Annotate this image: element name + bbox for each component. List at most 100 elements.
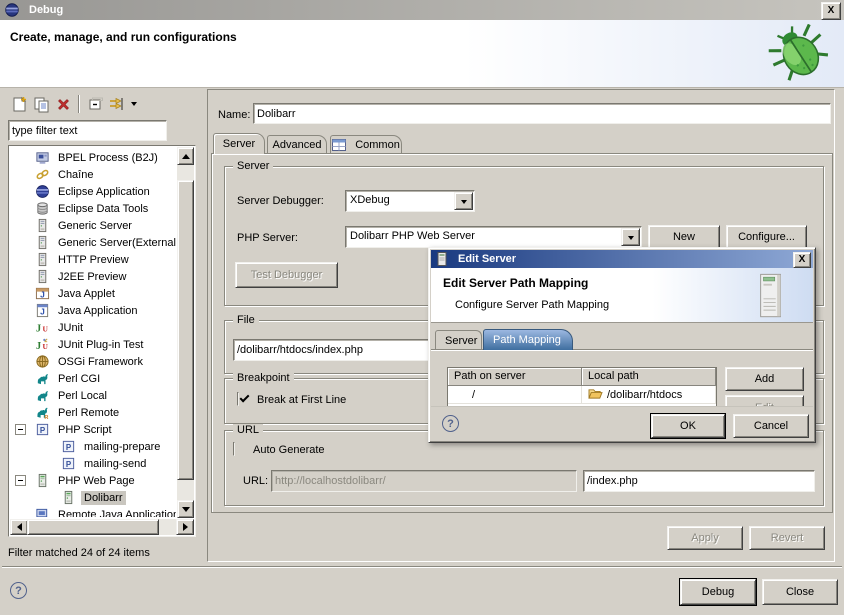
collapse-expander-icon[interactable] — [15, 424, 26, 435]
server-debugger-select[interactable]: XDebug — [345, 190, 475, 212]
close-button[interactable]: Close — [762, 579, 838, 605]
tree-horizontal-scrollbar[interactable] — [10, 519, 194, 535]
configure-server-button[interactable]: Configure... — [726, 225, 807, 249]
scroll-left-button[interactable] — [10, 519, 28, 535]
tree-item-eclipse-data-tools[interactable]: Eclipse Data Tools — [10, 200, 176, 217]
break-first-line-checkbox[interactable] — [237, 392, 239, 406]
tree-item-label: mailing-prepare — [81, 440, 163, 454]
tree-item-cha-ne[interactable]: Chaîne — [10, 166, 176, 183]
tab-server[interactable]: Server — [213, 133, 265, 154]
tree-item-bpel-process-b2j[interactable]: BPEL Process (B2J) — [10, 149, 176, 166]
tree-item-mailing-send[interactable]: Pmailing-send — [10, 455, 176, 472]
tree-item-label: Dolibarr — [81, 491, 126, 505]
server-path-cell: / — [448, 386, 582, 404]
tree-item-label: J2EE Preview — [55, 270, 129, 284]
tree-item-junit-plug-in-test[interactable]: JUJUnit Plug-in Test — [10, 336, 176, 353]
dialog-close-button[interactable]: X — [793, 252, 811, 268]
test-debugger-button[interactable]: Test Debugger — [235, 262, 338, 288]
php-server-select[interactable]: Dolibarr PHP Web Server — [345, 226, 642, 248]
javaapp-icon: J — [34, 303, 50, 319]
tree-item-generic-server[interactable]: Generic Server — [10, 217, 176, 234]
tree-item-php-script[interactable]: PPHP Script — [10, 421, 176, 438]
tree-item-java-application[interactable]: JJava Application — [10, 302, 176, 319]
url-path-input[interactable] — [584, 471, 814, 491]
tree-item-dolibarr[interactable]: Dolibarr — [10, 489, 176, 506]
dropdown-arrow-icon[interactable] — [621, 228, 640, 246]
tree-item-perl-local[interactable]: Perl Local — [10, 387, 176, 404]
local-path-text: /dolibarr/htdocs — [607, 389, 682, 401]
scroll-up-button[interactable] — [177, 147, 194, 165]
osgi-icon — [34, 354, 50, 370]
path-mapping-row[interactable]: / /dolibarr/htdocs — [448, 386, 716, 404]
toolbar-separator — [78, 95, 80, 113]
help-button[interactable]: ? — [10, 582, 27, 599]
remote-icon — [34, 507, 50, 518]
debug-button[interactable]: Debug — [680, 579, 756, 605]
new-server-button[interactable]: New — [648, 225, 720, 249]
apply-button[interactable]: Apply — [667, 526, 743, 550]
revert-button[interactable]: Revert — [749, 526, 825, 550]
url-base-input-wrap — [271, 470, 577, 492]
tree-item-php-web-page[interactable]: PHP Web Page — [10, 472, 176, 489]
tree-item-perl-remote[interactable]: RPerl Remote — [10, 404, 176, 421]
collapse-expander-icon[interactable] — [15, 475, 26, 486]
tree-vertical-scrollbar[interactable] — [177, 147, 194, 518]
srv-icon — [34, 235, 50, 251]
dialog-titlebar[interactable]: Edit Server — [431, 250, 813, 268]
ok-button[interactable]: OK — [651, 414, 725, 438]
break-first-line-label: Break at First Line — [257, 394, 346, 406]
tree-item-label: Perl CGI — [55, 372, 103, 386]
scroll-down-button[interactable] — [177, 500, 194, 518]
tree-item-http-preview[interactable]: HTTP Preview — [10, 251, 176, 268]
tree-item-eclipse-application[interactable]: Eclipse Application — [10, 183, 176, 200]
name-input[interactable] — [254, 104, 830, 123]
filter-input-wrap — [8, 120, 167, 141]
tree-item-label: OSGi Framework — [55, 355, 146, 369]
filter-input[interactable] — [9, 121, 166, 140]
eclipseapp-icon — [34, 184, 50, 200]
local-path-cell: /dolibarr/htdocs — [582, 386, 716, 404]
toolbar-menu-arrow[interactable] — [128, 94, 140, 114]
tree-item-remote-java-application[interactable]: Remote Java Application — [10, 506, 176, 517]
cancel-button[interactable]: Cancel — [733, 414, 809, 438]
horizontal-scroll-thumb[interactable] — [27, 519, 159, 535]
tree-item-label: JUnit — [55, 321, 86, 335]
tree-item-perl-cgi[interactable]: Perl CGI — [10, 370, 176, 387]
scroll-right-button[interactable] — [176, 519, 194, 535]
new-config-button[interactable] — [8, 94, 30, 114]
tree-item-junit[interactable]: JUJUnit — [10, 319, 176, 336]
tree-item-j2ee-preview[interactable]: J2EE Preview — [10, 268, 176, 285]
edit-server-dialog: Edit Server X Edit Server Path Mapping C… — [428, 247, 816, 443]
tree-item-osgi-framework[interactable]: OSGi Framework — [10, 353, 176, 370]
dialog-help-button[interactable]: ? — [442, 415, 459, 432]
db-icon — [34, 201, 50, 217]
tab-common[interactable]: Common — [330, 135, 402, 154]
duplicate-config-button[interactable] — [30, 94, 52, 114]
window-close-button[interactable]: X — [821, 2, 841, 20]
collapse-all-button[interactable] — [84, 94, 106, 114]
tree-item-label: Chaîne — [55, 168, 96, 182]
perl-icon — [34, 388, 50, 404]
filter-button[interactable] — [106, 94, 128, 114]
dropdown-arrow-icon[interactable] — [454, 192, 473, 210]
name-label: Name: — [218, 109, 250, 121]
url-group-title: URL — [233, 424, 263, 436]
table-header-row: Path on server Local path — [448, 368, 716, 386]
dialog-tab-path-mapping[interactable]: Path Mapping — [483, 329, 573, 350]
chain-icon — [34, 167, 50, 183]
tree-item-label: Java Applet — [55, 287, 118, 301]
tab-advanced[interactable]: Advanced — [267, 135, 327, 154]
vertical-scroll-thumb[interactable] — [177, 180, 194, 480]
delete-config-button[interactable] — [52, 94, 74, 114]
server-debugger-label: Server Debugger: — [237, 195, 324, 207]
tree-item-mailing-prepare[interactable]: Pmailing-prepare — [10, 438, 176, 455]
phpweb-icon — [34, 473, 50, 489]
add-mapping-button[interactable]: Add — [725, 367, 804, 391]
window-titlebar[interactable]: Debug — [0, 0, 844, 20]
tree-item-java-applet[interactable]: JJava Applet — [10, 285, 176, 302]
dialog-tab-server[interactable]: Server — [435, 330, 482, 350]
tree-item-generic-server-external-la[interactable]: Generic Server(External La — [10, 234, 176, 251]
col-path-on-server[interactable]: Path on server — [448, 368, 582, 386]
auto-generate-checkbox[interactable] — [233, 442, 235, 456]
col-local-path[interactable]: Local path — [582, 368, 716, 386]
